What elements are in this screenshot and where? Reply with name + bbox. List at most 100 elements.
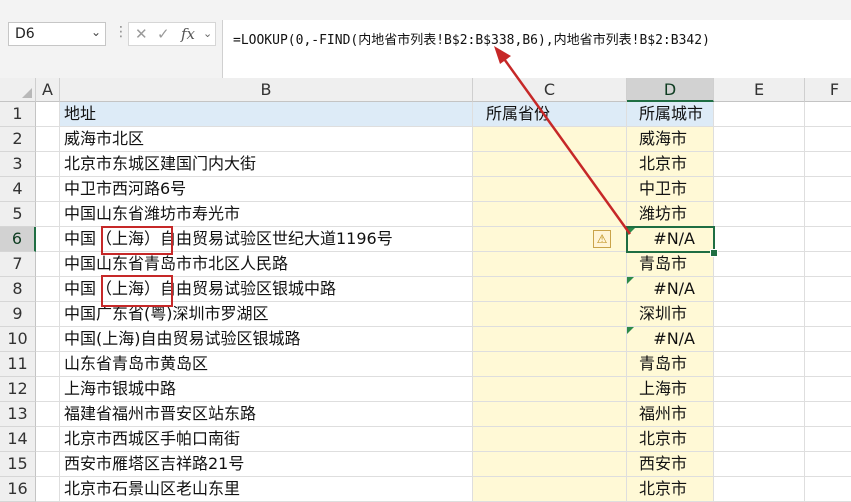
cell-city[interactable]: 中卫市 <box>627 177 714 202</box>
cell-city[interactable]: 西安市 <box>627 452 714 477</box>
cell-province[interactable] <box>473 352 627 377</box>
cell-address[interactable]: 中卫市西河路6号 <box>60 177 473 202</box>
row-header[interactable]: 6 <box>0 227 36 252</box>
cell-province[interactable] <box>473 177 627 202</box>
cell-a[interactable] <box>36 352 60 377</box>
cell-a[interactable] <box>36 402 60 427</box>
row-header[interactable]: 12 <box>0 377 36 402</box>
cell-e[interactable] <box>714 252 805 277</box>
cell-a1[interactable] <box>36 102 60 127</box>
more-vertical-icon[interactable]: ⋮ <box>114 24 128 40</box>
cell-f[interactable] <box>805 227 851 252</box>
row-header[interactable]: 7 <box>0 252 36 277</box>
cell-address[interactable]: 中国山东省青岛市市北区人民路 <box>60 252 473 277</box>
cell-province[interactable] <box>473 152 627 177</box>
cell-province[interactable] <box>473 277 627 302</box>
row-header[interactable]: 1 <box>0 102 36 127</box>
cell-f[interactable] <box>805 302 851 327</box>
formula-input[interactable]: =LOOKUP(0,-FIND(内地省市列表!B$2:B$338,B6),内地省… <box>222 20 851 78</box>
insert-function-button[interactable]: fx <box>181 25 195 43</box>
cell-province[interactable] <box>473 327 627 352</box>
cell-c1[interactable]: 所属省份 <box>473 102 627 127</box>
column-header-f[interactable]: F <box>805 78 851 102</box>
row-header[interactable]: 2 <box>0 127 36 152</box>
row-header[interactable]: 13 <box>0 402 36 427</box>
cell-a[interactable] <box>36 177 60 202</box>
cell-city[interactable]: 深圳市 <box>627 302 714 327</box>
row-header[interactable]: 11 <box>0 352 36 377</box>
cell-province[interactable] <box>473 427 627 452</box>
cell-province[interactable] <box>473 302 627 327</box>
cell-province[interactable] <box>473 127 627 152</box>
cell-city[interactable]: 青岛市 <box>627 252 714 277</box>
cell-f[interactable] <box>805 402 851 427</box>
row-header[interactable]: 10 <box>0 327 36 352</box>
cell-f[interactable] <box>805 277 851 302</box>
column-header-d[interactable]: D <box>627 78 714 102</box>
cancel-icon[interactable]: ✕ <box>135 25 148 43</box>
chevron-down-icon[interactable]: ⌄ <box>91 25 101 39</box>
cell-address[interactable]: 威海市北区 <box>60 127 473 152</box>
cell-f[interactable] <box>805 427 851 452</box>
cell-province[interactable] <box>473 202 627 227</box>
cell-e[interactable] <box>714 302 805 327</box>
cell-province[interactable] <box>473 252 627 277</box>
cell-a[interactable] <box>36 302 60 327</box>
cell-f[interactable] <box>805 202 851 227</box>
row-header[interactable]: 15 <box>0 452 36 477</box>
row-header[interactable]: 14 <box>0 427 36 452</box>
row-header[interactable]: 5 <box>0 202 36 227</box>
cell-city[interactable]: 潍坊市 <box>627 202 714 227</box>
cell-e[interactable] <box>714 477 805 502</box>
cell-e[interactable] <box>714 352 805 377</box>
cell-e[interactable] <box>714 152 805 177</box>
cell-city[interactable]: 北京市 <box>627 477 714 502</box>
cell-e[interactable] <box>714 202 805 227</box>
cell-city[interactable]: 威海市 <box>627 127 714 152</box>
cell-a[interactable] <box>36 327 60 352</box>
fill-handle[interactable] <box>710 249 718 257</box>
cell-city[interactable]: 北京市 <box>627 427 714 452</box>
cell-city[interactable]: 青岛市 <box>627 352 714 377</box>
cell-a[interactable] <box>36 427 60 452</box>
cell-f[interactable] <box>805 127 851 152</box>
cell-e[interactable] <box>714 277 805 302</box>
cell-a[interactable] <box>36 477 60 502</box>
select-all-corner[interactable] <box>0 78 36 102</box>
column-header-a[interactable]: A <box>36 78 60 102</box>
cell-f[interactable] <box>805 252 851 277</box>
name-box[interactable]: D6 ⌄ <box>8 22 106 46</box>
cell-address[interactable]: 福建省福州市晋安区站东路 <box>60 402 473 427</box>
cell-e[interactable] <box>714 452 805 477</box>
cell-city[interactable]: 北京市 <box>627 152 714 177</box>
cell-a[interactable] <box>36 127 60 152</box>
cell-province[interactable] <box>473 377 627 402</box>
cell-e[interactable] <box>714 177 805 202</box>
cell-address[interactable]: 中国山东省潍坊市寿光市 <box>60 202 473 227</box>
column-header-c[interactable]: C <box>473 78 627 102</box>
cell-f[interactable] <box>805 327 851 352</box>
cell-e[interactable] <box>714 377 805 402</box>
cell-city[interactable]: 福州市 <box>627 402 714 427</box>
row-header[interactable]: 8 <box>0 277 36 302</box>
cell-address[interactable]: 北京市东城区建国门内大街 <box>60 152 473 177</box>
cell-f[interactable] <box>805 377 851 402</box>
cell-e[interactable] <box>714 427 805 452</box>
cell-e[interactable] <box>714 127 805 152</box>
cell-city[interactable]: 上海市 <box>627 377 714 402</box>
cell-province[interactable] <box>473 402 627 427</box>
cell-a[interactable] <box>36 377 60 402</box>
warning-icon[interactable]: ⚠ <box>593 230 611 248</box>
cell-e1[interactable] <box>714 102 805 127</box>
cell-b1[interactable]: 地址 <box>60 102 473 127</box>
cell-a[interactable] <box>36 227 60 252</box>
cell-address[interactable]: 西安市雁塔区吉祥路21号 <box>60 452 473 477</box>
cell-a[interactable] <box>36 452 60 477</box>
cell-e[interactable] <box>714 327 805 352</box>
cell-city[interactable]: #N/A <box>627 277 714 302</box>
cell-f[interactable] <box>805 477 851 502</box>
cell-address[interactable]: 中国(上海)自由贸易试验区银城路 <box>60 327 473 352</box>
cell-f[interactable] <box>805 352 851 377</box>
cell-address[interactable]: 北京市石景山区老山东里 <box>60 477 473 502</box>
cell-a[interactable] <box>36 252 60 277</box>
